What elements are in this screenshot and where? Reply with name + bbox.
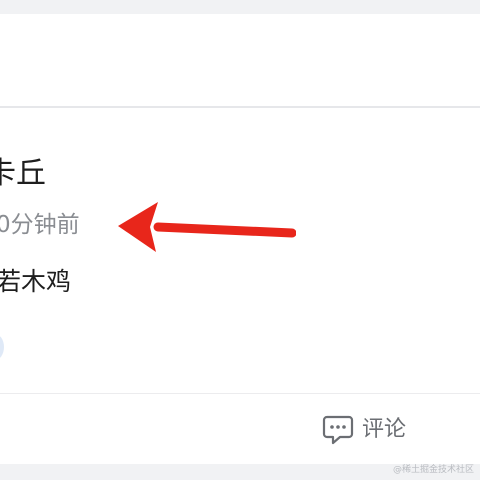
post-content: 若木鸡 xyxy=(0,267,72,296)
red-arrow-annotation xyxy=(118,202,296,252)
page: 卡丘 0分钟前 若木鸡 评论 @稀土掘金技术社区 xyxy=(0,0,480,480)
comment-button[interactable]: 评论 xyxy=(322,412,406,448)
previous-card xyxy=(0,14,480,106)
action-bar xyxy=(0,394,480,464)
comment-label: 评论 xyxy=(362,417,407,442)
author-name[interactable]: 卡丘 xyxy=(0,156,46,192)
post-timestamp: 0分钟前 xyxy=(0,212,80,238)
comment-icon xyxy=(322,415,354,445)
watermark: @稀土掘金技术社区 xyxy=(392,465,474,475)
